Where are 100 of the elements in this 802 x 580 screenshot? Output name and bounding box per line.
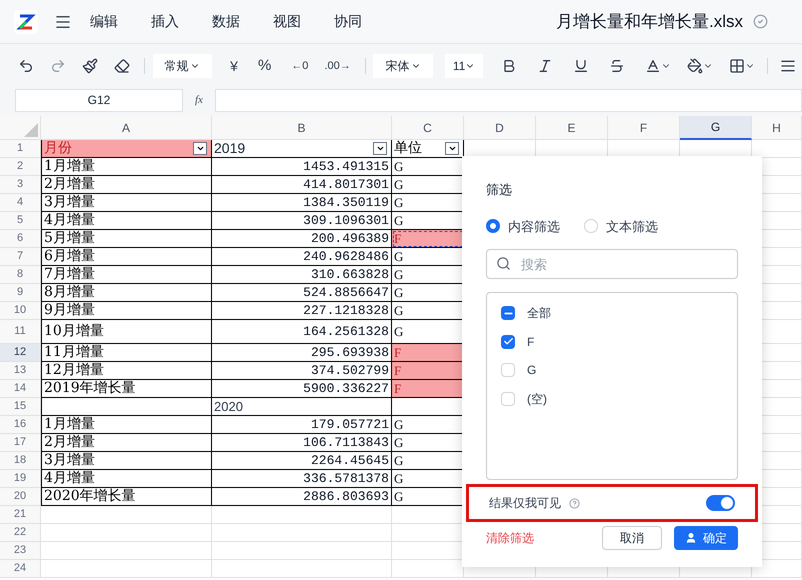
help-icon[interactable] bbox=[569, 498, 580, 508]
align-justify-icon bbox=[780, 58, 796, 74]
row-header[interactable]: 17 bbox=[0, 434, 41, 452]
currency-button[interactable]: ¥ bbox=[224, 52, 244, 80]
percent-button[interactable]: % bbox=[252, 52, 278, 80]
row-header[interactable]: 9 bbox=[0, 284, 41, 302]
row-header[interactable]: 18 bbox=[0, 452, 41, 470]
popover-title: 筛选 bbox=[486, 181, 513, 199]
row-header[interactable]: 6 bbox=[0, 230, 41, 248]
table-cell: F bbox=[392, 344, 464, 362]
undo-icon bbox=[18, 58, 34, 74]
row-header[interactable]: 5 bbox=[0, 212, 41, 230]
row-header[interactable]: 21 bbox=[0, 506, 41, 524]
column-header[interactable]: G bbox=[680, 116, 752, 140]
row-header[interactable]: 12 bbox=[0, 344, 41, 362]
column-header[interactable]: C bbox=[392, 116, 464, 140]
checkbox[interactable] bbox=[501, 306, 515, 320]
checkbox[interactable] bbox=[501, 334, 515, 348]
toggle-switch[interactable] bbox=[706, 495, 735, 511]
column-header[interactable]: B bbox=[212, 116, 392, 140]
filter-dropdown-button[interactable] bbox=[193, 142, 207, 155]
row-header[interactable]: 8 bbox=[0, 266, 41, 284]
clear-filter-link[interactable]: 清除筛选 bbox=[486, 529, 534, 547]
option-label[interactable]: F bbox=[527, 332, 534, 350]
table-cell: 2020 bbox=[212, 398, 392, 416]
font-dropdown[interactable]: 宋体 bbox=[373, 54, 433, 78]
row-header[interactable]: 13 bbox=[0, 362, 41, 380]
row-header[interactable]: 22 bbox=[0, 524, 41, 542]
radio-button[interactable] bbox=[486, 219, 500, 234]
table-cell: 8月增量 bbox=[41, 284, 212, 302]
table-cell: 1384.350119 bbox=[212, 194, 392, 212]
table-cell: F bbox=[392, 362, 464, 380]
table-cell: 106.7113843 bbox=[212, 434, 392, 452]
formula-input[interactable] bbox=[214, 88, 802, 112]
table-cell: 9月增量 bbox=[41, 302, 212, 320]
cancel-button[interactable]: 取消 bbox=[602, 526, 662, 550]
row-header[interactable]: 10 bbox=[0, 302, 41, 320]
menu-item[interactable]: 插入 bbox=[151, 11, 179, 32]
row-header[interactable]: 14 bbox=[0, 380, 41, 398]
filter-dropdown-button[interactable] bbox=[445, 142, 459, 155]
table-cell: 3月增量 bbox=[41, 452, 212, 470]
column-header[interactable]: E bbox=[536, 116, 608, 140]
eraser-icon bbox=[114, 58, 130, 74]
paintbrush-icon bbox=[82, 58, 98, 74]
table-cell: 1453.491315 bbox=[212, 158, 392, 176]
column-header[interactable]: A bbox=[41, 116, 212, 140]
table-cell: 2月增量 bbox=[41, 434, 212, 452]
option-label[interactable]: (空) bbox=[527, 390, 547, 408]
checkbox[interactable] bbox=[501, 363, 515, 377]
search-field[interactable]: 搜索 bbox=[486, 249, 738, 279]
column-header[interactable]: H bbox=[752, 116, 802, 140]
column-header[interactable]: D bbox=[464, 116, 536, 140]
menu-item[interactable]: 视图 bbox=[273, 11, 301, 32]
triangle-icon bbox=[24, 123, 38, 137]
table-cell: F bbox=[392, 380, 464, 398]
row-header[interactable]: 20 bbox=[0, 488, 41, 506]
row-header[interactable]: 4 bbox=[0, 194, 41, 212]
row-header[interactable]: 3 bbox=[0, 176, 41, 194]
table-cell: 336.5781378 bbox=[212, 470, 392, 488]
table-cell: 2020年增长量 bbox=[41, 488, 212, 506]
table-cell: 5月增量 bbox=[41, 230, 212, 248]
row-header[interactable]: 7 bbox=[0, 248, 41, 266]
menu-item[interactable]: 协同 bbox=[334, 11, 362, 32]
row-header[interactable]: 11 bbox=[0, 320, 41, 344]
number-format-dropdown[interactable]: 常规 bbox=[152, 54, 212, 78]
caret-icon bbox=[196, 144, 204, 153]
table-cell: 2886.803693 bbox=[212, 488, 392, 506]
logo-icon[interactable] bbox=[14, 10, 38, 34]
option-label[interactable]: 全部 bbox=[527, 304, 551, 322]
menu-item[interactable]: 数据 bbox=[212, 11, 240, 32]
table-cell: 524.8856647 bbox=[212, 284, 392, 302]
checkbox[interactable] bbox=[501, 392, 515, 406]
column-header[interactable]: F bbox=[608, 116, 680, 140]
filter-dropdown-button[interactable] bbox=[373, 142, 387, 155]
option-label[interactable]: G bbox=[527, 361, 536, 379]
table-cell: 200.496389 bbox=[212, 230, 392, 248]
table-cell: 3月增量 bbox=[41, 194, 212, 212]
radio-label[interactable]: 文本筛选 bbox=[606, 216, 658, 236]
name-box[interactable]: G12 bbox=[15, 88, 183, 112]
row-header[interactable]: 23 bbox=[0, 542, 41, 560]
table-cell: 2264.45645 bbox=[212, 452, 392, 470]
underline-icon bbox=[573, 58, 590, 74]
table-cell: F bbox=[392, 230, 464, 248]
decrease-decimal-button[interactable]: ←0 bbox=[285, 52, 314, 80]
increase-decimal-button[interactable]: .00→ bbox=[318, 52, 357, 80]
setting-label: 结果仅我可见 bbox=[489, 495, 561, 512]
row-header[interactable]: 19 bbox=[0, 470, 41, 488]
row-header[interactable]: 16 bbox=[0, 416, 41, 434]
file-name: 月增长量和年增长量.xlsx bbox=[556, 10, 743, 33]
row-header[interactable]: 2 bbox=[0, 158, 41, 176]
row-header[interactable]: 1 bbox=[0, 140, 41, 158]
font-size-dropdown[interactable]: 11 bbox=[444, 54, 484, 78]
header-label: 月份 bbox=[43, 139, 72, 158]
confirm-button[interactable]: 确定 bbox=[674, 526, 738, 550]
table-cell: 310.663828 bbox=[212, 266, 392, 284]
row-header[interactable]: 24 bbox=[0, 560, 41, 578]
radio-label[interactable]: 内容筛选 bbox=[508, 216, 560, 236]
table-cell: 6月增量 bbox=[41, 248, 212, 266]
menu-item[interactable]: 编辑 bbox=[90, 11, 118, 32]
row-header[interactable]: 15 bbox=[0, 398, 41, 416]
